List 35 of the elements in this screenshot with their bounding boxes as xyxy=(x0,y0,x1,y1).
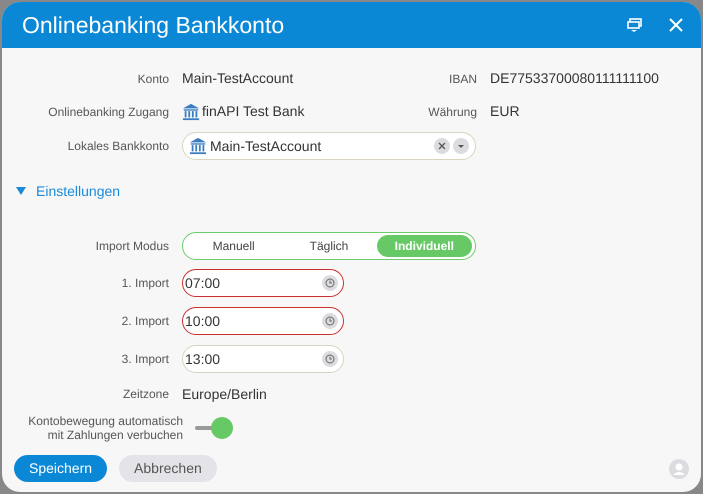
restore-icon[interactable] xyxy=(627,17,643,33)
field-label: Import Modus xyxy=(94,238,170,255)
dropdown-icon[interactable] xyxy=(453,138,469,154)
clock-icon[interactable] xyxy=(322,275,338,291)
field-value: DE77533700080111111100 xyxy=(490,69,659,88)
field-label: Onlinebanking Zugang xyxy=(47,104,170,120)
time-field[interactable]: 10:00 xyxy=(182,307,344,335)
field-label: IBAN xyxy=(448,70,478,88)
cancel-button[interactable]: Abbrechen xyxy=(119,455,217,482)
time-field[interactable]: 13:00 xyxy=(182,345,344,373)
account-select[interactable]: Main-TestAccount xyxy=(182,132,476,160)
save-button[interactable]: Speichern xyxy=(14,455,108,482)
field-value: Europe/Berlin xyxy=(182,384,267,404)
caret-down-icon[interactable] xyxy=(16,186,26,196)
field-value: finAPI Test Bank xyxy=(202,102,304,121)
field-value: EUR xyxy=(490,102,520,121)
mode-option[interactable]: Manuell xyxy=(186,235,282,257)
field-label: 1. Import xyxy=(120,275,170,292)
field-value: Main-TestAccount xyxy=(182,69,294,88)
field-label: Zeitzone xyxy=(122,386,170,403)
field-label: 3. Import xyxy=(120,351,170,368)
field-label: Währung xyxy=(427,104,478,120)
toggle-switch[interactable] xyxy=(195,417,233,439)
mode-option[interactable]: Täglich xyxy=(281,235,377,257)
field-label: Kontobewegung automatisch mit Zahlungen verbuchen xyxy=(27,414,184,442)
field-label: Konto xyxy=(136,70,170,88)
close-icon[interactable] xyxy=(669,18,683,32)
field-label: 2. Import xyxy=(120,313,170,330)
window-title: Onlinebanking Bankkonto xyxy=(22,10,286,40)
clock-icon[interactable] xyxy=(322,313,338,329)
time-field[interactable]: 07:00 xyxy=(182,269,344,297)
field-label: Lokales Bankkonto xyxy=(66,138,170,155)
clear-icon[interactable] xyxy=(434,138,450,154)
clock-icon[interactable] xyxy=(322,351,338,367)
bank-icon xyxy=(189,137,207,155)
